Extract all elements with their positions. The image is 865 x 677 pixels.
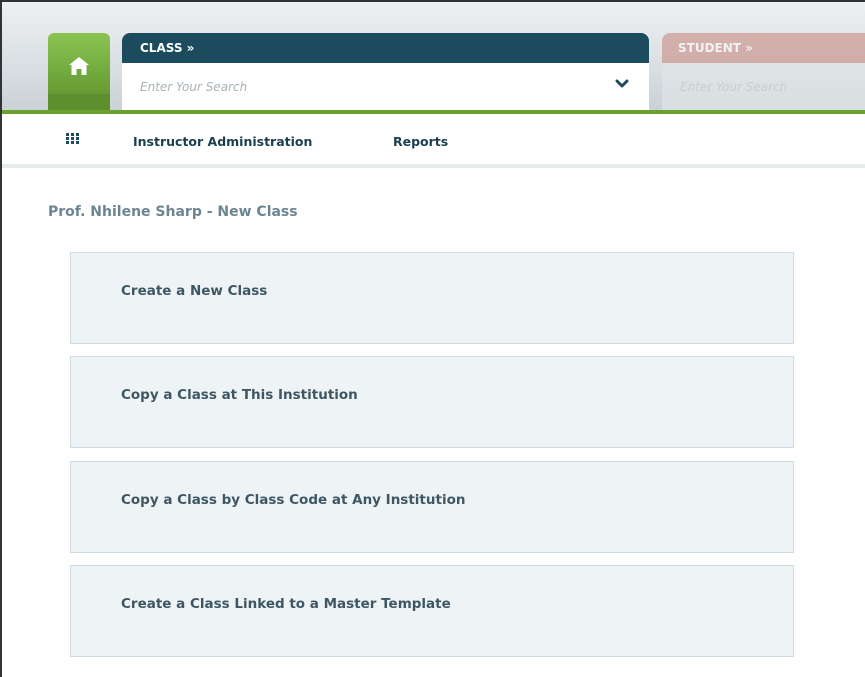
create-new-class-option[interactable]: Create a New Class	[70, 252, 794, 344]
class-search-field	[122, 63, 649, 110]
option-label: Create a Class Linked to a Master Templa…	[121, 596, 451, 612]
option-label: Copy a Class by Class Code at Any Instit…	[121, 492, 466, 508]
apps-grid-icon[interactable]	[66, 133, 80, 145]
home-button[interactable]	[48, 33, 110, 110]
page-title: Prof. Nhilene Sharp - New Class	[48, 204, 298, 220]
home-icon	[69, 57, 89, 75]
nav-reports[interactable]: Reports	[393, 134, 448, 149]
nav-instructor-administration[interactable]: Instructor Administration	[133, 134, 312, 149]
class-search-input[interactable]	[122, 63, 592, 110]
student-search-input[interactable]	[662, 63, 865, 110]
create-linked-class-option[interactable]: Create a Class Linked to a Master Templa…	[70, 565, 794, 657]
student-search-field	[662, 63, 865, 110]
nav-bar: Instructor Administration Reports	[2, 114, 865, 168]
class-search-panel: CLASS »	[122, 33, 649, 110]
home-button-stripe	[48, 94, 110, 110]
chevron-down-icon[interactable]	[615, 79, 629, 89]
copy-class-this-institution-option[interactable]: Copy a Class at This Institution	[70, 356, 794, 448]
header-band: CLASS » STUDENT »	[2, 2, 865, 114]
student-search-label[interactable]: STUDENT »	[662, 33, 865, 63]
student-search-panel: STUDENT »	[662, 33, 865, 110]
option-label: Copy a Class at This Institution	[121, 387, 358, 403]
copy-class-by-code-option[interactable]: Copy a Class by Class Code at Any Instit…	[70, 461, 794, 553]
app-window: CLASS » STUDENT » Instructor Administrat…	[0, 0, 865, 677]
class-search-label[interactable]: CLASS »	[122, 33, 649, 63]
option-label: Create a New Class	[121, 283, 268, 299]
